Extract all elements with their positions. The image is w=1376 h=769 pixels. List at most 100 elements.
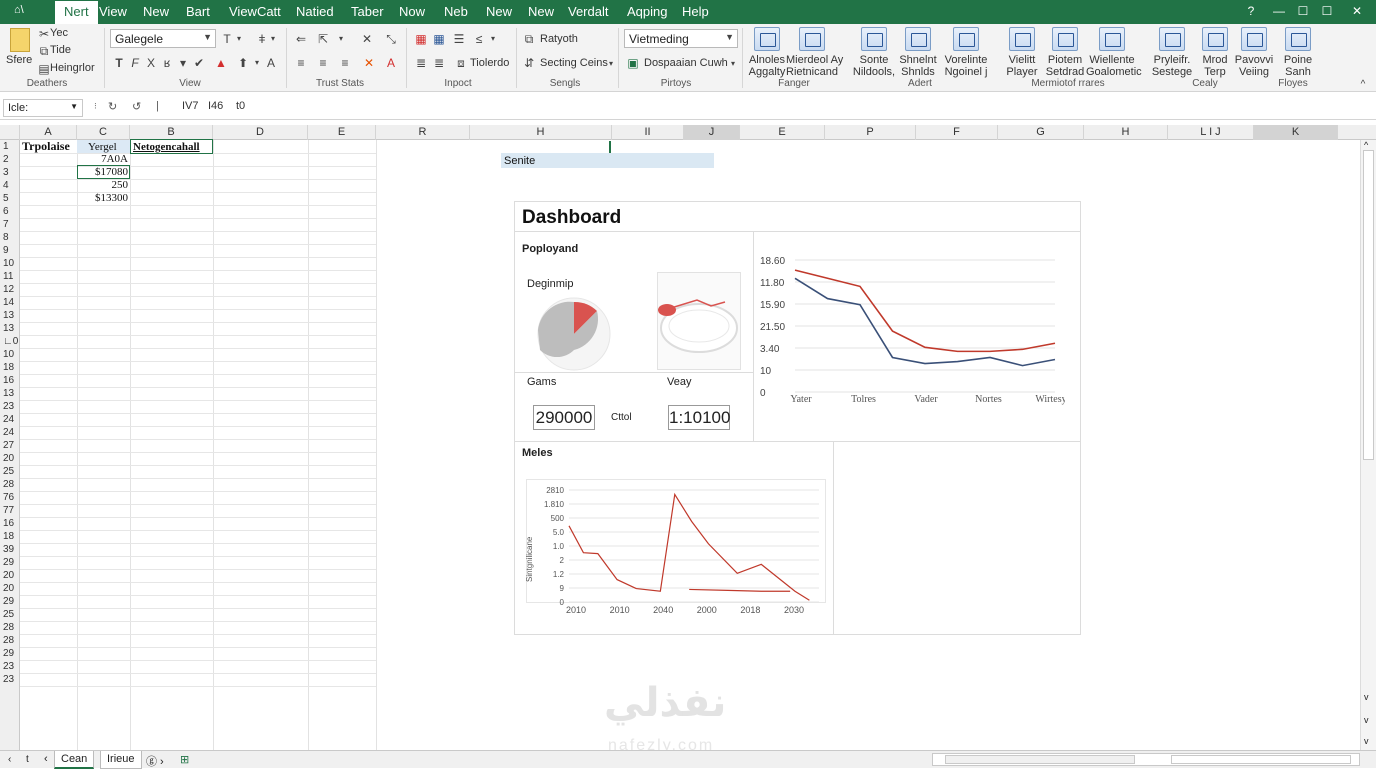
row-header[interactable]: 11 bbox=[0, 270, 20, 283]
row-header[interactable]: 27 bbox=[0, 439, 20, 452]
format-painter-button[interactable]: Heingrlor bbox=[50, 62, 95, 74]
row-header[interactable]: 7 bbox=[0, 218, 20, 231]
row-header[interactable]: 16 bbox=[0, 374, 20, 387]
formula-content[interactable]: I46 bbox=[208, 100, 223, 112]
chevron-down-icon[interactable]: ▾ bbox=[232, 32, 246, 46]
scroll-up-icon[interactable]: ^ bbox=[1364, 140, 1368, 150]
menu-item[interactable]: Nert bbox=[55, 1, 98, 24]
conditional-format-icon[interactable]: ▣ bbox=[626, 56, 640, 70]
text-color-icon[interactable]: A bbox=[384, 56, 398, 70]
chevron-down-icon[interactable]: ▾ bbox=[726, 57, 740, 71]
row-header[interactable]: 39 bbox=[0, 543, 20, 556]
restore-icon[interactable]: ☐ bbox=[1320, 4, 1334, 18]
row-header[interactable]: 24 bbox=[0, 413, 20, 426]
pie-chart[interactable] bbox=[534, 294, 614, 374]
select-all-corner[interactable] bbox=[0, 125, 20, 140]
column-header[interactable]: E bbox=[308, 125, 376, 140]
column-header[interactable]: E bbox=[740, 125, 825, 140]
row-header[interactable]: 9 bbox=[0, 244, 20, 257]
horizontal-scroll-thumb[interactable] bbox=[945, 755, 1135, 764]
row-header[interactable]: 28 bbox=[0, 634, 20, 647]
row-header[interactable]: 10 bbox=[0, 348, 20, 361]
menu-item[interactable]: Neb bbox=[444, 4, 468, 22]
row-header[interactable]: 24 bbox=[0, 426, 20, 439]
paste-button[interactable]: Sfere bbox=[6, 54, 32, 66]
row-header[interactable]: 77 bbox=[0, 504, 20, 517]
orientation-icon[interactable]: ✕ bbox=[360, 32, 374, 46]
format-painter-icon[interactable]: ▤ bbox=[37, 62, 51, 76]
row-header[interactable]: 29 bbox=[0, 556, 20, 569]
ribbon-command-icon[interactable] bbox=[1241, 27, 1267, 51]
cell-c3[interactable]: $17080 bbox=[80, 166, 128, 179]
column-header[interactable]: C bbox=[77, 125, 130, 140]
ribbon-command-icon[interactable] bbox=[905, 27, 931, 51]
smartart-icon[interactable]: ⧈ bbox=[454, 56, 468, 70]
row-header[interactable]: 18 bbox=[0, 361, 20, 374]
sheet-tab-1[interactable]: Cean bbox=[54, 751, 95, 769]
warning-icon[interactable]: ▲ bbox=[214, 56, 228, 70]
row-header[interactable]: 25 bbox=[0, 465, 20, 478]
menu-item[interactable]: New bbox=[528, 4, 554, 22]
list-icon[interactable]: ≣ bbox=[432, 56, 446, 70]
font-name-dropdown[interactable]: Galegele ▼ bbox=[110, 29, 216, 48]
chevron-down-icon[interactable]: ▾ bbox=[604, 57, 618, 71]
add-sheet-icon[interactable]: ⊞ bbox=[180, 753, 189, 766]
menu-item[interactable]: View bbox=[99, 4, 127, 22]
cut-button[interactable]: Yec bbox=[50, 27, 68, 39]
chevron-down-icon[interactable]: ▾ bbox=[250, 56, 264, 70]
sort-filter-button[interactable]: Secting Ceins bbox=[540, 57, 608, 69]
row-header[interactable]: 28 bbox=[0, 621, 20, 634]
cell-b1[interactable]: Netogencahall bbox=[133, 141, 200, 154]
wrap-text-icon[interactable]: ⤡ bbox=[384, 32, 398, 46]
ribbon-command-icon[interactable] bbox=[1202, 27, 1228, 51]
align-center-icon[interactable]: ≡ bbox=[316, 56, 330, 70]
ribbon-command-icon[interactable] bbox=[754, 27, 780, 51]
row-header[interactable]: 20 bbox=[0, 452, 20, 465]
minimize-icon[interactable]: — bbox=[1272, 4, 1286, 18]
row-header[interactable]: 28 bbox=[0, 478, 20, 491]
line-chart-history[interactable]: 2810 1.810 500 5.0 1.0 2 1.2 9 0 Sintgnilicane 201… bbox=[514, 478, 829, 623]
underline-icon[interactable]: X bbox=[144, 56, 158, 70]
row-header[interactable]: 4 bbox=[0, 179, 20, 192]
picture-icon[interactable]: ▦ bbox=[432, 32, 446, 46]
column-header[interactable]: D bbox=[213, 125, 308, 140]
menu-item[interactable]: ViewCatt bbox=[229, 4, 281, 22]
row-header[interactable]: 3 bbox=[0, 166, 20, 179]
row-header[interactable]: 29 bbox=[0, 647, 20, 660]
cell-c4[interactable]: 250 bbox=[86, 179, 129, 192]
row-header[interactable]: 8 bbox=[0, 231, 20, 244]
chevron-down-icon[interactable]: ▾ bbox=[334, 32, 348, 46]
row-header[interactable]: 14 bbox=[0, 296, 20, 309]
column-header[interactable]: A bbox=[20, 125, 77, 140]
row-header[interactable]: 25 bbox=[0, 608, 20, 621]
font-color-icon[interactable]: ▾ bbox=[176, 56, 190, 70]
column-header[interactable]: II bbox=[612, 125, 684, 140]
column-header[interactable]: L I J bbox=[1168, 125, 1254, 140]
italic-icon[interactable]: F bbox=[128, 56, 142, 70]
app-home-icon[interactable]: ⌂\ bbox=[14, 4, 24, 22]
scroll-thumb[interactable] bbox=[1363, 150, 1374, 460]
column-header[interactable]: R bbox=[376, 125, 470, 140]
row-header[interactable]: 20 bbox=[0, 569, 20, 582]
help-icon[interactable]: ? bbox=[1244, 4, 1258, 18]
cell-c5[interactable]: $13300 bbox=[82, 192, 128, 205]
row-header[interactable]: 23 bbox=[0, 660, 20, 673]
clear-format-icon[interactable]: ✕ bbox=[362, 56, 376, 70]
find-icon[interactable]: ⧉ bbox=[522, 32, 536, 46]
row-header[interactable]: 1 bbox=[0, 140, 20, 153]
align-left-icon[interactable]: ≡ bbox=[294, 56, 308, 70]
sheet-tab-2[interactable]: Irieue bbox=[100, 751, 142, 769]
chevron-down-icon[interactable]: ▾ bbox=[266, 32, 280, 46]
column-header[interactable]: H bbox=[1084, 125, 1168, 140]
border-icon[interactable]: ✔ bbox=[192, 56, 206, 70]
align-middle-icon[interactable]: ⇱ bbox=[316, 32, 330, 46]
row-header[interactable]: 16 bbox=[0, 517, 20, 530]
fill-color-icon[interactable]: ⬆ bbox=[236, 56, 250, 70]
function-label[interactable]: IV7 bbox=[182, 100, 199, 112]
chevron-down-icon[interactable]: ▾ bbox=[486, 32, 500, 46]
scroll-down-icon-3[interactable]: v bbox=[1364, 736, 1369, 746]
find-button[interactable]: Ratyoth bbox=[540, 33, 578, 45]
menu-item[interactable]: Bart bbox=[186, 4, 210, 22]
copy-button[interactable]: Tide bbox=[50, 44, 71, 56]
column-header[interactable]: J bbox=[684, 125, 740, 140]
